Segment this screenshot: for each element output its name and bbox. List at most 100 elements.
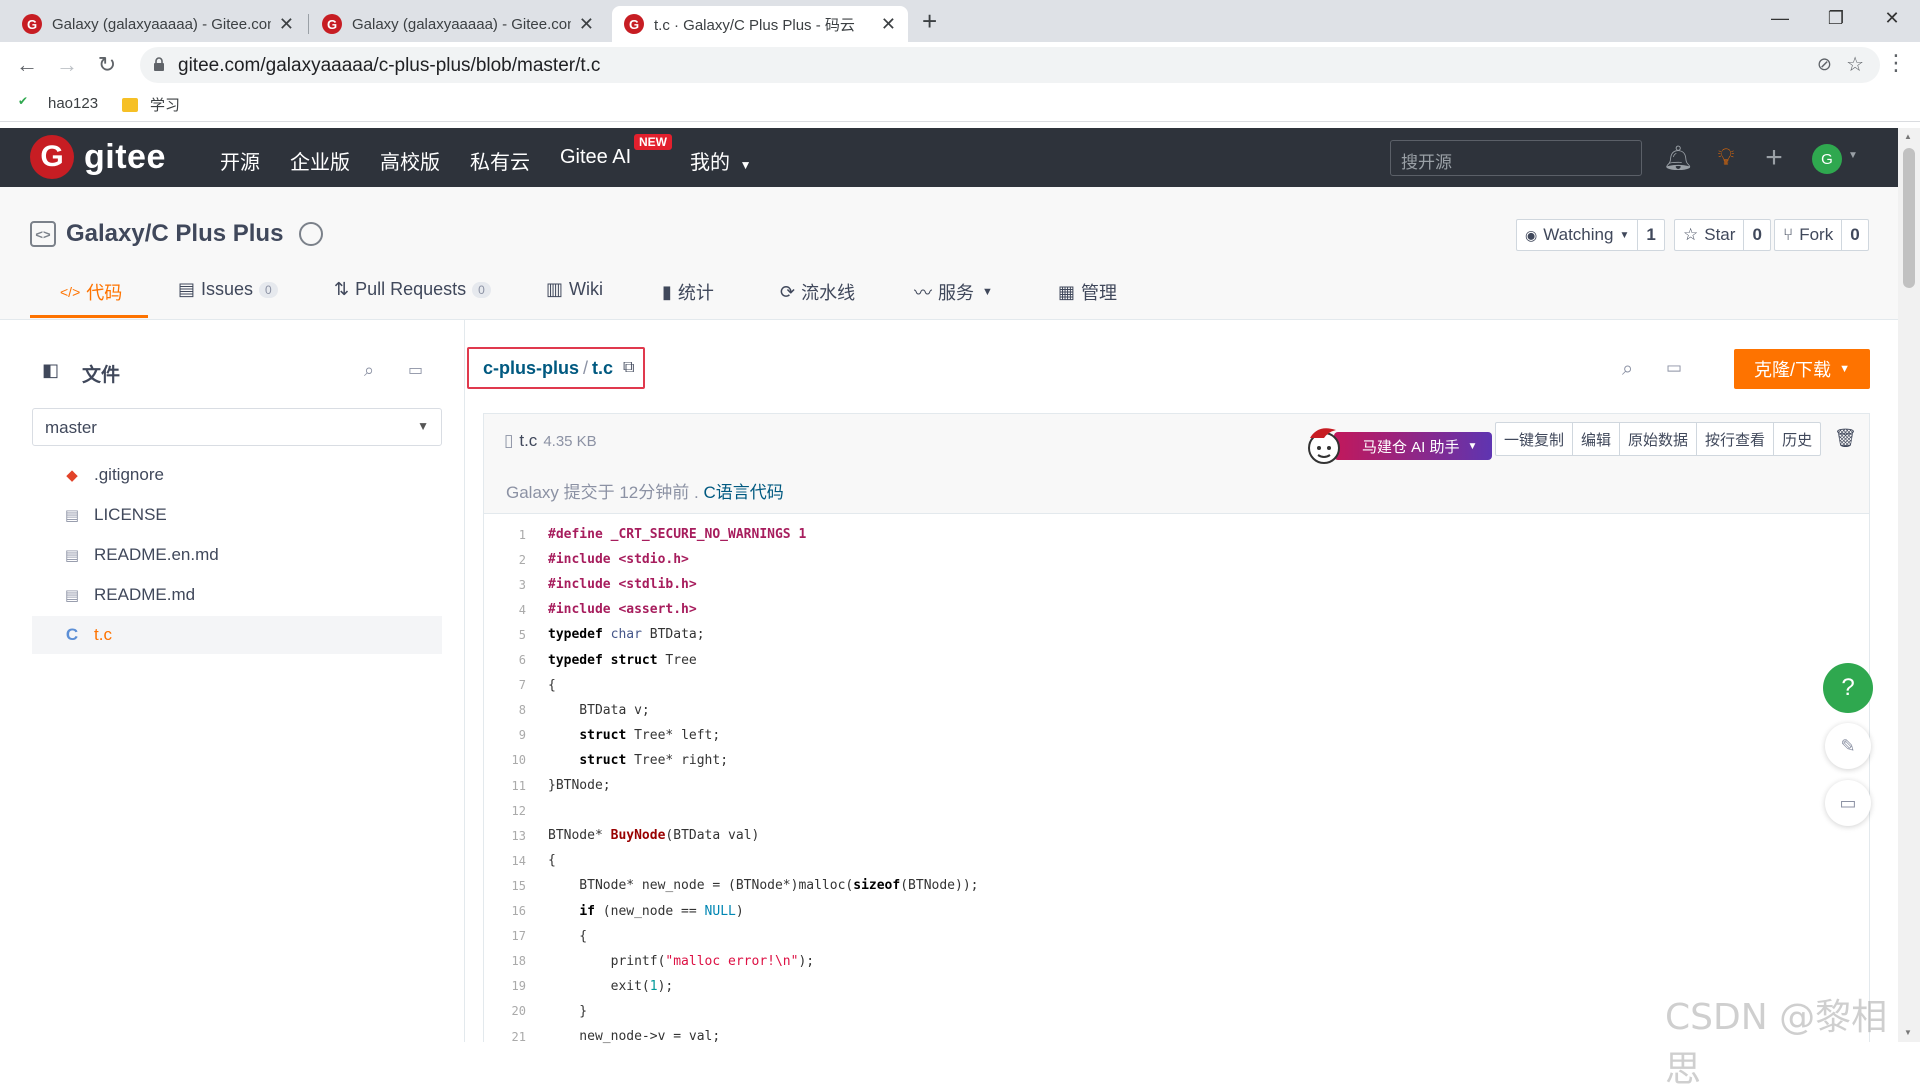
feedback-edit-icon[interactable]: ✎ [1825, 723, 1871, 769]
forward-icon[interactable]: → [52, 50, 82, 80]
tab-wiki[interactable]: ▥ Wiki [546, 279, 603, 300]
line-number[interactable]: 12 [484, 804, 530, 818]
bookmark-star-icon[interactable]: ☆ [1846, 52, 1864, 77]
star-button[interactable]: ☆ Star 0 [1674, 219, 1771, 251]
scrollbar-thumb[interactable] [1903, 148, 1915, 288]
line-number[interactable]: 10 [484, 753, 530, 767]
line-number[interactable]: 11 [484, 779, 530, 793]
nav-education[interactable]: 高校版 [380, 146, 440, 175]
copy-all-button[interactable]: 一键复制 [1496, 423, 1572, 455]
line-number[interactable]: 18 [484, 954, 530, 968]
bookmark-folder-study[interactable]: 学习 [122, 94, 180, 115]
file-actions: 一键复制 编辑 原始数据 按行查看 历史 [1495, 422, 1822, 456]
line-number[interactable]: 13 [484, 829, 530, 843]
close-icon[interactable]: ✕ [279, 14, 294, 35]
file-item-readme-en[interactable]: ▤ README.en.md [32, 536, 442, 574]
line-number[interactable]: 4 [484, 603, 530, 617]
line-number[interactable]: 21 [484, 1030, 530, 1044]
nav-private-cloud[interactable]: 私有云 [470, 146, 530, 175]
edit-button[interactable]: 编辑 [1572, 423, 1619, 455]
line-number[interactable]: 1 [484, 528, 530, 542]
scroll-up-icon[interactable]: ▲ [1904, 132, 1912, 141]
line-number[interactable]: 9 [484, 728, 530, 742]
file-name: README.md [94, 585, 196, 604]
breadcrumb-repo[interactable]: c-plus-plus [483, 358, 579, 379]
watching-label: Watching [1543, 225, 1614, 244]
line-number[interactable]: 2 [484, 553, 530, 567]
tab-stats[interactable]: ▮ 统计 [662, 279, 714, 305]
clone-download-button[interactable]: 克隆/下载 ▼ [1734, 349, 1870, 389]
copy-icon[interactable]: ⧉ [623, 359, 634, 377]
line-number[interactable]: 17 [484, 929, 530, 943]
minimize-icon[interactable]: — [1752, 0, 1808, 36]
tab-services[interactable]: 〰 服务 ▼ [914, 279, 993, 305]
line-number[interactable]: 3 [484, 578, 530, 592]
file-item-license[interactable]: ▤ LICENSE [32, 496, 442, 534]
reload-icon[interactable]: ↻ [92, 50, 122, 80]
tab-pull-requests[interactable]: ⇅ Pull Requests 0 [334, 279, 491, 300]
chevron-down-icon[interactable]: ▼ [1848, 150, 1858, 161]
history-button[interactable]: 历史 [1773, 423, 1820, 455]
nav-open-source[interactable]: 开源 [220, 146, 260, 175]
close-icon[interactable]: ✕ [579, 14, 594, 35]
close-icon[interactable]: ✕ [881, 14, 896, 35]
watching-count[interactable]: 1 [1637, 220, 1663, 250]
nav-mine[interactable]: 我的 ▼ [690, 146, 751, 175]
sidebar-toggle-icon[interactable]: ◧ [42, 360, 59, 381]
line-number[interactable]: 7 [484, 678, 530, 692]
fork-button[interactable]: ⑂ Fork 0 [1774, 219, 1869, 251]
line-number[interactable]: 5 [484, 628, 530, 642]
tab-manage[interactable]: ▦ 管理 [1058, 279, 1117, 305]
address-bar[interactable]: gitee.com/galaxyaaaaa/c-plus-plus/blob/m… [140, 47, 1880, 83]
code-line: 8 BTData v; [484, 698, 1869, 723]
plus-icon[interactable]: + [1760, 141, 1788, 174]
nav-enterprise[interactable]: 企业版 [290, 146, 350, 175]
search-icon[interactable]: ⌕ [1622, 358, 1633, 381]
back-icon[interactable]: ← [12, 50, 42, 80]
monitor-icon[interactable]: ▭ [1666, 358, 1682, 378]
repo-name[interactable]: Galaxy/C Plus Plus [66, 220, 283, 248]
gitee-logo[interactable]: G gitee [30, 135, 166, 179]
line-number[interactable]: 6 [484, 653, 530, 667]
maximize-icon[interactable]: ❐ [1808, 0, 1864, 36]
line-number[interactable]: 19 [484, 979, 530, 993]
bell-icon[interactable]: 🔔︎ [1663, 144, 1693, 172]
line-number[interactable]: 16 [484, 904, 530, 918]
chat-icon[interactable]: ▭ [1825, 780, 1871, 826]
trash-icon[interactable]: 🗑︎ [1834, 428, 1857, 450]
avatar[interactable]: G [1812, 144, 1842, 174]
help-button[interactable]: ? [1823, 663, 1873, 713]
page-scrollbar[interactable]: ▲ ▼ [1898, 128, 1920, 1042]
file-item-t-c[interactable]: C t.c [32, 616, 442, 654]
nav-gitee-ai[interactable]: Gitee AI [560, 146, 631, 169]
eye-off-icon[interactable]: ⊘ [1817, 54, 1832, 75]
fork-count[interactable]: 0 [1841, 220, 1867, 250]
tab-issues[interactable]: ▤ Issues 0 [178, 279, 278, 300]
site-search-input[interactable]: 搜开源 [1390, 140, 1642, 176]
branch-select[interactable]: master ▼ [32, 408, 442, 446]
browser-tab-1[interactable]: G Galaxy (galaxyaaaaa) - Gitee.com ✕ [10, 6, 306, 42]
file-item-gitignore[interactable]: ◆ .gitignore [32, 456, 442, 494]
ai-assistant-button[interactable]: 马建仓 AI 助手 ▼ [1304, 424, 1492, 464]
window-close-icon[interactable]: ✕ [1864, 0, 1920, 36]
blame-button[interactable]: 按行查看 [1696, 423, 1773, 455]
browser-tab-2[interactable]: G Galaxy (galaxyaaaaa) - Gitee.com ✕ [310, 6, 606, 42]
bookmark-hao123[interactable]: ✔ hao123 [18, 94, 98, 112]
line-number[interactable]: 20 [484, 1004, 530, 1018]
line-number[interactable]: 15 [484, 879, 530, 893]
browser-tab-3[interactable]: G t.c · Galaxy/C Plus Plus - 码云 ✕ [612, 6, 908, 42]
watching-button[interactable]: ◉ Watching ▼ 1 [1516, 219, 1665, 251]
line-number[interactable]: 8 [484, 703, 530, 717]
search-icon[interactable]: ⌕ [364, 360, 374, 381]
tab-pipeline[interactable]: ⟳ 流水线 [780, 279, 855, 305]
raw-button[interactable]: 原始数据 [1619, 423, 1696, 455]
new-tab-icon[interactable]: + [922, 6, 937, 37]
tab-code[interactable]: </> 代码 [60, 279, 122, 305]
file-item-readme[interactable]: ▤ README.md [32, 576, 442, 614]
lightbulb-icon[interactable]: 💡︎ [1712, 144, 1740, 172]
line-number[interactable]: 14 [484, 854, 530, 868]
more-menu-icon[interactable]: ⋮ [1885, 50, 1907, 76]
commit-message[interactable]: C语言代码 [703, 483, 783, 502]
star-count[interactable]: 0 [1743, 220, 1769, 250]
monitor-icon[interactable]: ▭ [408, 360, 423, 380]
